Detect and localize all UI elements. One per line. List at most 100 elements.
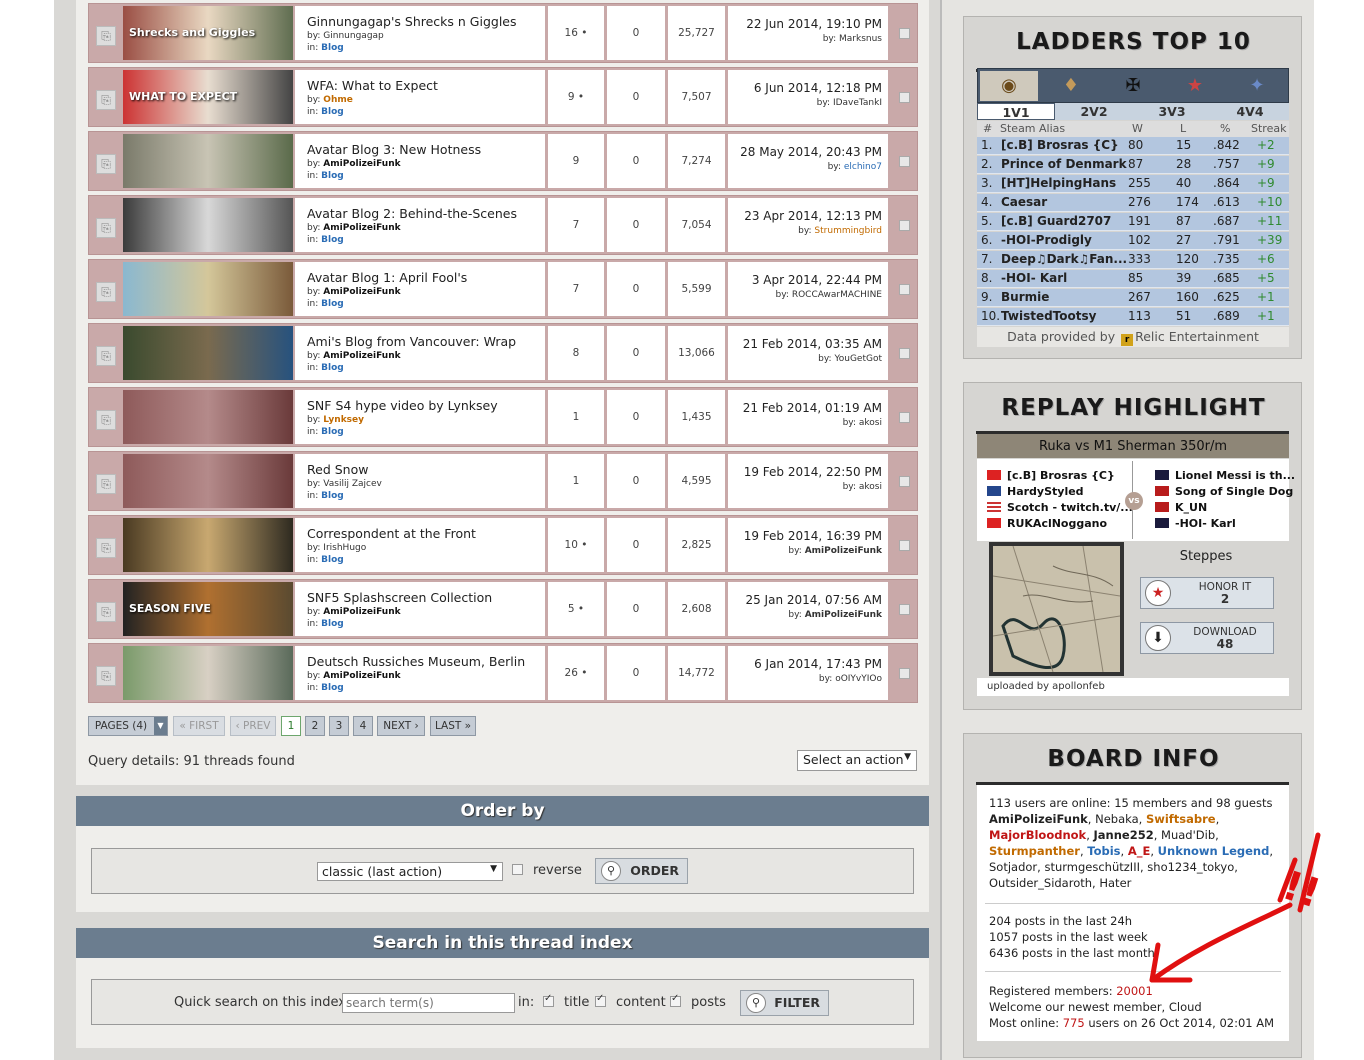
last-post-date[interactable]: 19 Feb 2014, 16:39 PM [728, 529, 882, 543]
last-post-author[interactable]: IDaveTankI [833, 98, 882, 108]
ladder-player-name[interactable]: [c.B] Brosras {C} [1001, 138, 1119, 152]
ladder-player-name[interactable]: [c.B] Guard2707 [1001, 214, 1111, 228]
thread-checkbox[interactable] [899, 220, 910, 231]
thread-checkbox[interactable] [899, 604, 910, 615]
right-player-1[interactable]: Lionel Messi is th... [1155, 469, 1295, 482]
thread-author[interactable]: AmiPolizeiFunk [323, 159, 400, 169]
last-post-date[interactable]: 28 May 2014, 20:43 PM [728, 145, 882, 159]
mode-tab-4v4[interactable]: 4V4 [1211, 103, 1289, 120]
thread-row[interactable]: ⎘ Shrecks and Giggles Ginnungagap's Shreck… [88, 3, 918, 63]
online-member[interactable]: MajorBloodnok [989, 828, 1086, 842]
ladder-player-name[interactable]: Caesar [1001, 195, 1047, 209]
forum-link[interactable]: Blog [321, 299, 344, 309]
ladder-player-name[interactable]: Prince of Denmark [1001, 157, 1127, 171]
faction-tab-wehrmacht[interactable]: ◉ [980, 71, 1038, 101]
online-member[interactable]: Hater [1099, 876, 1131, 890]
last-post-date[interactable]: 22 Jun 2014, 19:10 PM [728, 17, 882, 31]
last-post-author[interactable]: elchino7 [844, 162, 882, 172]
last-post-date[interactable]: 6 Jun 2014, 12:18 PM [728, 81, 882, 95]
right-player-4[interactable]: -HOI- Karl [1155, 517, 1236, 530]
thread-checkbox[interactable] [899, 540, 910, 551]
last-post-author[interactable]: AmiPolizeiFunk [805, 546, 882, 556]
thread-row[interactable]: ⎘ SNF S4 hype video by Lynksey by: Lynksey… [88, 387, 918, 447]
thread-thumbnail[interactable] [123, 326, 293, 380]
thread-checkbox[interactable] [899, 348, 910, 359]
thread-thumbnail[interactable] [123, 262, 293, 316]
honor-button[interactable]: ★ HONOR IT 2 [1140, 577, 1274, 609]
last-post-date[interactable]: 21 Feb 2014, 03:35 AM [728, 337, 882, 351]
pages-dropdown[interactable]: PAGES (4) ▼ [88, 716, 168, 736]
thread-title[interactable]: SNF S4 hype video by Lynksey [307, 398, 545, 413]
posts-checkbox[interactable] [670, 993, 681, 1007]
thread-author[interactable]: Vasilij Zajcev [323, 479, 382, 489]
ladder-player-name[interactable]: Deep♫Dark♫Fan... [1001, 252, 1127, 266]
thread-checkbox[interactable] [899, 92, 910, 103]
thread-author[interactable]: AmiPolizeiFunk [323, 607, 400, 617]
forum-link[interactable]: Blog [321, 555, 344, 565]
thread-title[interactable]: SNF5 Splashscreen Collection [307, 590, 545, 605]
thread-row[interactable]: ⎘ Red Snow by: Vasilij Zajcev in: Blog 1 0 4,5… [88, 451, 918, 511]
thread-thumbnail[interactable] [123, 518, 293, 572]
ladder-row[interactable]: 5. [c.B] Guard2707 191 87 .687 +11 [977, 213, 1289, 231]
last-post-author[interactable]: ROCCAwarMACHINE [792, 290, 882, 300]
ladder-player-name[interactable]: -HOI-Prodigly [1001, 233, 1092, 247]
forum-link[interactable]: Blog [321, 107, 344, 117]
faction-tab-ostheer[interactable]: ♦ [1042, 71, 1100, 101]
thread-row[interactable]: ⎘ Ami's Blog from Vancouver: Wrap by: AmiP… [88, 323, 918, 383]
thread-author[interactable]: Ginnungagap [323, 31, 383, 41]
thread-thumbnail[interactable]: WHAT TO EXPECT [123, 70, 293, 124]
thread-row[interactable]: ⎘ Avatar Blog 3: New Hotness by: AmiPolize… [88, 131, 918, 191]
thread-thumbnail[interactable] [123, 646, 293, 700]
last-post-date[interactable]: 23 Apr 2014, 12:13 PM [728, 209, 882, 223]
order-select[interactable]: classic (last action) ▼ [317, 862, 503, 881]
thread-title[interactable]: Ami's Blog from Vancouver: Wrap [307, 334, 545, 349]
last-post-author[interactable]: AmiPolizeiFunk [805, 610, 882, 620]
content-checkbox[interactable] [595, 993, 606, 1007]
forum-link[interactable]: Blog [321, 683, 344, 693]
ladder-row[interactable]: 4. Caesar 276 174 .613 +10 [977, 194, 1289, 212]
thread-row[interactable]: ⎘ Deutsch Russiches Museum, Berlin by: Ami… [88, 643, 918, 703]
thread-author[interactable]: Ohme [323, 95, 353, 105]
last-post-date[interactable]: 19 Feb 2014, 22:50 PM [728, 465, 882, 479]
filter-button[interactable]: ⚲ FILTER [740, 990, 829, 1016]
order-button[interactable]: ⚲ ORDER [595, 858, 688, 884]
thread-title[interactable]: Red Snow [307, 462, 545, 477]
ladder-player-name[interactable]: [HT]HelpingHans [1001, 176, 1116, 190]
download-button[interactable]: ⬇ DOWNLOAD 48 [1140, 622, 1274, 654]
forum-link[interactable]: Blog [321, 619, 344, 629]
page-button-4[interactable]: 4 [353, 716, 373, 736]
thread-title[interactable]: Avatar Blog 3: New Hotness [307, 142, 545, 157]
online-member[interactable]: Outsider_Sidaroth [989, 876, 1092, 890]
thread-thumbnail[interactable] [123, 134, 293, 188]
online-member[interactable]: AmiPolizeiFunk [989, 812, 1088, 826]
ladder-player-name[interactable]: Burmie [1001, 290, 1049, 304]
faction-tab-usf[interactable]: ✦ [1228, 71, 1286, 101]
ladder-row[interactable]: 1. [c.B] Brosras {C} 80 15 .842 +2 [977, 137, 1289, 155]
ladder-row[interactable]: 7. Deep♫Dark♫Fan... 333 120 .735 +6 [977, 251, 1289, 269]
thread-title[interactable]: Ginnungagap's Shrecks n Giggles [307, 14, 545, 29]
thread-thumbnail[interactable]: SEASON FIVE [123, 582, 293, 636]
next-page-button[interactable]: NEXT › [377, 716, 425, 736]
page-button-2[interactable]: 2 [305, 716, 325, 736]
thread-thumbnail[interactable] [123, 198, 293, 252]
thread-author[interactable]: Lynksey [323, 415, 364, 425]
last-post-author[interactable]: YouGetGot [834, 354, 882, 364]
online-member[interactable]: sturmgeschützIII [1044, 860, 1140, 874]
right-player-3[interactable]: K_UN [1155, 501, 1207, 514]
forum-link[interactable]: Blog [321, 491, 344, 501]
thread-checkbox[interactable] [899, 284, 910, 295]
forum-link[interactable]: Blog [321, 171, 344, 181]
thread-title[interactable]: WFA: What to Expect [307, 78, 545, 93]
thread-checkbox[interactable] [899, 412, 910, 423]
thread-title[interactable]: Deutsch Russiches Museum, Berlin [307, 654, 545, 669]
thread-thumbnail[interactable] [123, 390, 293, 444]
thread-row[interactable]: ⎘ Avatar Blog 1: April Fool's by: AmiPoliz… [88, 259, 918, 319]
last-post-date[interactable]: 25 Jan 2014, 07:56 AM [728, 593, 882, 607]
first-page-button[interactable]: « FIRST [173, 716, 225, 736]
thread-thumbnail[interactable]: Shrecks and Giggles [123, 6, 293, 60]
ladder-row[interactable]: 9. Burmie 267 160 .625 +1 [977, 289, 1289, 307]
last-post-author[interactable]: akosi [859, 418, 882, 428]
ladder-player-name[interactable]: TwistedTootsy [1001, 309, 1096, 323]
last-post-date[interactable]: 21 Feb 2014, 01:19 AM [728, 401, 882, 415]
last-post-date[interactable]: 3 Apr 2014, 22:44 PM [728, 273, 882, 287]
